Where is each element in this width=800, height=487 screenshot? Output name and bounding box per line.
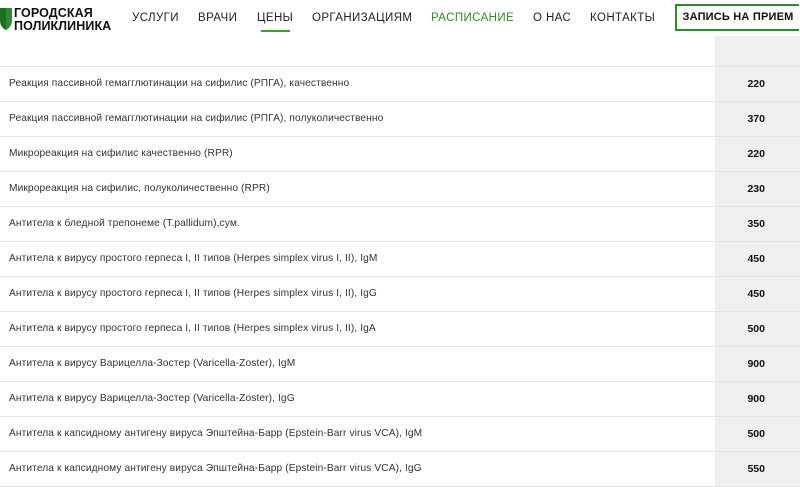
table-row: Антитела к вирусу простого герпеса I, II…	[0, 312, 800, 347]
service-price: 500	[747, 428, 765, 440]
service-name: Микрореакция на сифилис, полуколичествен…	[9, 183, 270, 194]
price-cell: 450	[715, 277, 800, 311]
logo-icon	[0, 8, 12, 30]
service-price: 220	[747, 148, 765, 160]
table-row: Антитела к бледной трепонеме (T.pallidum…	[0, 207, 800, 242]
price-cell: 350	[715, 207, 800, 241]
table-row: Реакция пассивной гемагглютинации на сиф…	[0, 102, 800, 137]
nav-organizations[interactable]: ОРГАНИЗАЦИЯМ	[312, 0, 412, 36]
logo-link[interactable]: ГОРОДСКАЯ ПОЛИКЛИНИКА	[0, 3, 130, 33]
table-row: Антитела к вирусу простого герпеса I, II…	[0, 242, 800, 277]
table-row: Антитела к вирусу Варицелла-Зостер (Vari…	[0, 382, 800, 417]
table-row: Антитела к капсидному антигену вируса Эп…	[0, 452, 800, 487]
service-name: Антитела к вирусу Варицелла-Зостер (Vari…	[9, 393, 295, 404]
book-appointment-button[interactable]: ЗАПИСЬ НА ПРИЕМ	[675, 4, 799, 31]
price-cell: 220	[715, 67, 800, 101]
service-name: Антитела к вирусу простого герпеса I, II…	[9, 323, 376, 334]
service-price: 230	[747, 183, 765, 195]
price-cell: 900	[715, 382, 800, 416]
service-name: Антитела к вирусу простого герпеса I, II…	[9, 253, 378, 264]
service-name: Антитела к капсидному антигену вируса Эп…	[9, 463, 422, 474]
service-name: Антитела к капсидному антигену вируса Эп…	[9, 428, 423, 439]
table-row: Антитела к капсидному антигену вируса Эп…	[0, 417, 800, 452]
service-name: Антитела к вирусу простого герпеса I, II…	[9, 288, 377, 299]
service-price: 220	[747, 78, 765, 90]
nav-schedule[interactable]: РАСПИСАНИЕ	[431, 0, 514, 36]
nav-about[interactable]: О НАС	[533, 0, 571, 36]
nav-doctors[interactable]: ВРАЧИ	[198, 0, 237, 36]
logo-text: ГОРОДСКАЯ ПОЛИКЛИНИКА	[14, 7, 111, 33]
service-price: 550	[747, 463, 765, 475]
table-row: Микрореакция на сифилис качественно (RPR…	[0, 137, 800, 172]
service-price: 370	[747, 113, 765, 125]
nav-active-underline	[261, 30, 290, 32]
table-row: ВИЧ (антитела и антиген) 250	[0, 25, 800, 67]
service-name: Микрореакция на сифилис качественно (RPR…	[9, 148, 233, 159]
service-price: 350	[747, 218, 765, 230]
price-table: ВИЧ (антитела и антиген) 250 Реакция пас…	[0, 25, 800, 487]
price-cell: 230	[715, 172, 800, 206]
table-row: Реакция пассивной гемагглютинации на сиф…	[0, 67, 800, 102]
table-row: Антитела к вирусу простого герпеса I, II…	[0, 277, 800, 312]
service-price: 450	[747, 253, 765, 265]
price-cell: 900	[715, 347, 800, 381]
price-cell: 500	[715, 312, 800, 346]
price-cell: 250	[715, 25, 800, 66]
service-price: 900	[747, 358, 765, 370]
nav-services[interactable]: УСЛУГИ	[132, 0, 179, 36]
price-cell: 370	[715, 102, 800, 136]
table-row: Антитела к вирусу Варицелла-Зостер (Vari…	[0, 347, 800, 382]
logo-line-2: ПОЛИКЛИНИКА	[14, 19, 112, 33]
nav-contacts[interactable]: КОНТАКТЫ	[590, 0, 655, 36]
table-row: Микрореакция на сифилис, полуколичествен…	[0, 172, 800, 207]
service-price: 450	[747, 288, 765, 300]
service-name: Реакция пассивной гемагглютинации на сиф…	[9, 78, 350, 89]
service-name: Антитела к бледной трепонеме (T.pallidum…	[9, 218, 240, 229]
service-name: Антитела к вирусу Варицелла-Зостер (Vari…	[9, 358, 296, 369]
service-price: 900	[747, 393, 765, 405]
price-cell: 500	[715, 417, 800, 451]
price-cell: 220	[715, 137, 800, 171]
price-cell: 550	[715, 452, 800, 486]
site-header: ГОРОДСКАЯ ПОЛИКЛИНИКА УСЛУГИ ВРАЧИ ЦЕНЫ …	[0, 0, 800, 36]
service-name: Реакция пассивной гемагглютинации на сиф…	[9, 113, 384, 124]
service-price: 500	[747, 323, 765, 335]
price-cell: 450	[715, 242, 800, 276]
